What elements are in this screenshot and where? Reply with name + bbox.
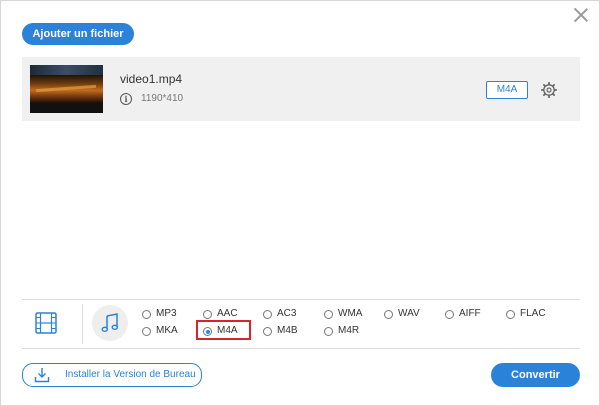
add-file-button[interactable]: Ajouter un fichier — [22, 23, 134, 45]
file-resolution: 1190*410 — [141, 93, 184, 104]
install-button-label: Installer la Version de Bureau — [65, 369, 196, 380]
radio-button[interactable] — [445, 310, 454, 319]
film-icon[interactable] — [35, 312, 57, 334]
convert-button[interactable]: Convertir — [491, 363, 580, 387]
divider — [22, 348, 580, 349]
radio-button[interactable] — [203, 310, 212, 319]
info-icon[interactable]: i — [120, 93, 132, 105]
radio-button[interactable] — [142, 310, 151, 319]
file-list-item: video1.mp4 i 1190*410 M4A — [22, 57, 580, 121]
radio-button[interactable] — [142, 327, 151, 336]
file-name: video1.mp4 — [120, 72, 183, 86]
divider — [22, 299, 580, 300]
install-desktop-button[interactable]: Installer la Version de Bureau — [22, 363, 202, 387]
tab-separator — [82, 304, 83, 344]
video-thumbnail — [30, 65, 103, 113]
radio-button[interactable] — [324, 327, 333, 336]
app-window: Ajouter un fichier video1.mp4 i 1190*410… — [0, 0, 600, 406]
download-icon — [34, 367, 50, 388]
radio-button[interactable] — [263, 327, 272, 336]
radio-button[interactable] — [263, 310, 272, 319]
radio-button[interactable] — [384, 310, 393, 319]
radio-button[interactable] — [324, 310, 333, 319]
radio-button[interactable] — [506, 310, 515, 319]
gear-icon[interactable] — [540, 81, 558, 99]
selection-highlight — [196, 320, 251, 340]
close-icon[interactable] — [571, 5, 591, 25]
music-note-icon[interactable] — [92, 305, 128, 341]
output-format-badge[interactable]: M4A — [486, 81, 528, 99]
